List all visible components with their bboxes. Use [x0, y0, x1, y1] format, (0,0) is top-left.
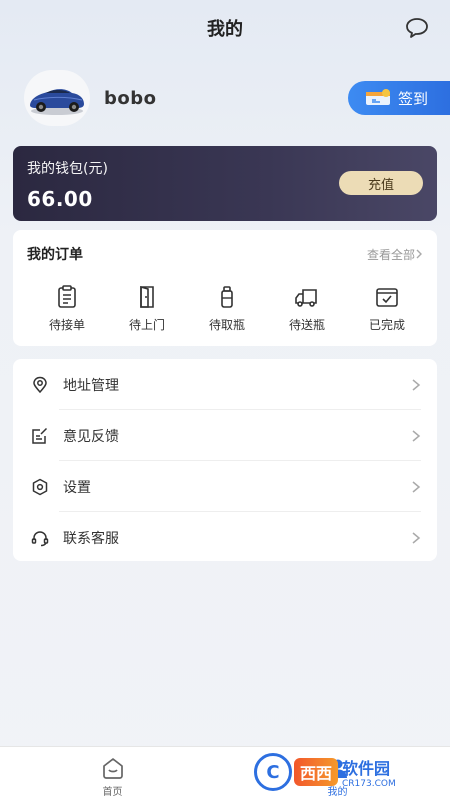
order-pending-visit[interactable]: 待上门 [111, 284, 183, 333]
chevron-right-icon [416, 249, 422, 259]
truck-icon [295, 289, 317, 307]
top-bar: 我的 [0, 0, 450, 56]
page-title: 我的 [207, 19, 243, 40]
chevron-right-icon [412, 429, 421, 442]
orders-card: 我的订单 查看全部 待接单 待上门 待取瓶 待送瓶 已完成 [13, 230, 437, 346]
car-avatar-icon [30, 89, 84, 115]
settings-menu: 地址管理 意见反馈 设置 联系客服 [13, 359, 437, 561]
tab-label: 首页 [102, 787, 123, 798]
check-box-icon [376, 288, 398, 307]
tab-home[interactable]: 首页 [0, 747, 225, 800]
menu-item-label: 意见反馈 [63, 428, 119, 445]
order-item-label: 已完成 [368, 318, 405, 332]
home-icon [102, 758, 123, 779]
chevron-right-icon [412, 378, 421, 391]
recharge-button[interactable]: 充值 [339, 171, 423, 195]
order-pending-pickup[interactable]: 待取瓶 [191, 284, 263, 333]
view-all-label: 查看全部 [366, 247, 415, 262]
watermark-name: 软件园 [342, 759, 391, 778]
ticket-icon [366, 89, 390, 105]
logo-c-icon: C [254, 753, 292, 791]
bottle-icon [221, 286, 233, 308]
username: bobo [104, 87, 157, 109]
location-pin-icon [31, 376, 49, 394]
menu-item-label: 设置 [63, 479, 91, 496]
watermark-domain: CR173.COM [342, 779, 396, 789]
chat-bubble-icon[interactable] [404, 16, 430, 40]
order-item-label: 待取瓶 [208, 318, 245, 332]
order-completed[interactable]: 已完成 [351, 284, 423, 333]
profile-header[interactable]: bobo [24, 70, 157, 126]
menu-item-customer-service[interactable]: 联系客服 [13, 512, 437, 563]
order-item-label: 待接单 [48, 318, 85, 332]
order-pending-delivery[interactable]: 待送瓶 [271, 284, 343, 333]
settings-icon [31, 478, 49, 496]
menu-item-feedback[interactable]: 意见反馈 [13, 410, 437, 461]
checkin-label: 签到 [398, 89, 429, 108]
order-item-label: 待上门 [128, 318, 165, 332]
clipboard-icon [58, 285, 76, 308]
order-pending-accept[interactable]: 待接单 [31, 284, 103, 333]
checkin-button[interactable]: 签到 [348, 81, 450, 115]
menu-item-address[interactable]: 地址管理 [13, 359, 437, 410]
wallet-card[interactable]: 我的钱包(元) 66.00 充值 [13, 146, 437, 221]
door-icon [140, 285, 154, 308]
watermark-logo-text: 西西 [294, 758, 339, 786]
headset-icon [31, 529, 49, 547]
avatar[interactable] [24, 70, 90, 126]
view-all-link[interactable]: 查看全部 [367, 246, 423, 263]
menu-item-label: 联系客服 [63, 530, 119, 547]
order-item-label: 待送瓶 [288, 318, 325, 332]
chevron-right-icon [412, 531, 421, 544]
watermark-logo: C 西西 软件园 CR173.COM [254, 753, 430, 791]
orders-title: 我的订单 [27, 247, 83, 263]
menu-item-settings[interactable]: 设置 [13, 461, 437, 512]
chevron-right-icon [412, 480, 421, 493]
menu-item-label: 地址管理 [63, 377, 119, 394]
feedback-icon [31, 427, 49, 445]
